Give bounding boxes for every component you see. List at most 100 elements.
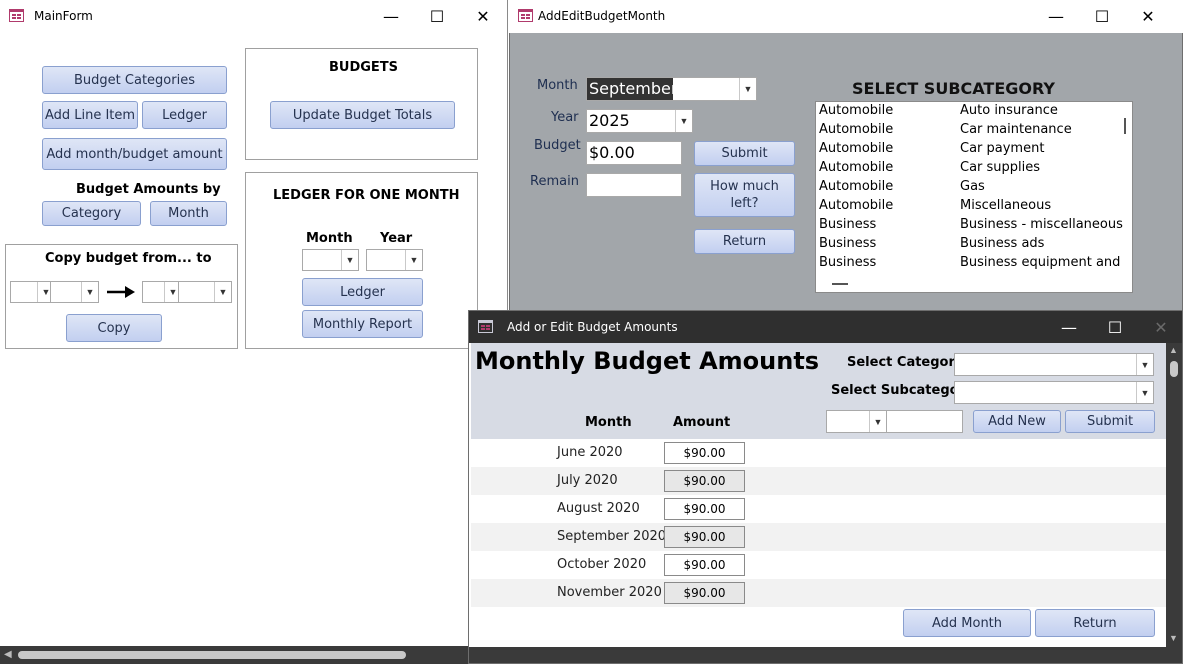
amount-column-header: Amount [673, 415, 731, 430]
amount-cell[interactable]: $90.00 [664, 442, 745, 464]
category-button[interactable]: Category [42, 201, 141, 226]
close-button: ✕ [1154, 317, 1168, 337]
vertical-scrollbar[interactable]: ▲ ▼ [1166, 343, 1182, 663]
chevron-down-icon: ▼ [81, 282, 98, 302]
copy-from-year-combo[interactable]: ▼ [50, 281, 99, 303]
ledger-button[interactable]: Ledger [142, 101, 227, 129]
monthly-report-button[interactable]: Monthly Report [302, 310, 423, 338]
minimize-button[interactable]: — [368, 0, 414, 32]
year-label: Year [551, 110, 579, 125]
budget-field[interactable]: $0.00 [586, 141, 682, 165]
table-row[interactable]: September 2020 $90.00 [471, 523, 1168, 551]
amount-cell[interactable]: $90.00 [664, 582, 745, 604]
category-combo[interactable]: ▼ [954, 353, 1154, 376]
month-column-header: Month [585, 415, 632, 430]
table-row[interactable]: October 2020 $90.00 [471, 551, 1168, 579]
scroll-left-icon[interactable]: ◀ [4, 649, 12, 660]
amount-cell[interactable]: $90.00 [664, 470, 745, 492]
update-budget-totals-button[interactable]: Update Budget Totals [270, 101, 455, 129]
horizontal-scrollbar[interactable]: ◀ [0, 646, 507, 664]
list-item[interactable]: Automobile Gas [816, 179, 1130, 198]
list-item[interactable]: Automobile Car payment [816, 141, 1130, 160]
add-edit-budget-month-window: AddEditBudgetMonth — ☐ ✕ Month Year Budg… [509, 0, 1183, 310]
month-combo[interactable]: September ▼ [586, 77, 757, 101]
scrollbar-thumb[interactable] [1170, 361, 1178, 377]
ledger-open-button[interactable]: Ledger [302, 278, 423, 306]
table-row[interactable]: July 2020 $90.00 [471, 467, 1168, 495]
return-button[interactable]: Return [694, 229, 795, 254]
window-title: AddEditBudgetMonth [538, 9, 666, 23]
vertical-scrollbar-thumb[interactable] [1124, 118, 1126, 134]
budget-categories-button[interactable]: Budget Categories [42, 66, 227, 94]
amount-cell[interactable]: $90.00 [664, 526, 745, 548]
ledger-panel: LEDGER FOR ONE MONTH Month Year ▼ ▼ Ledg… [245, 172, 478, 349]
budget-amounts-titlebar[interactable]: Add or Edit Budget Amounts — ☐ ✕ [469, 311, 1182, 343]
table-row[interactable]: August 2020 $90.00 [471, 495, 1168, 523]
chevron-down-icon: ▼ [341, 250, 358, 270]
amount-cell[interactable]: $90.00 [664, 554, 745, 576]
month-cell: October 2020 [557, 557, 647, 572]
add-new-button[interactable]: Add New [973, 410, 1061, 433]
list-item[interactable]: Automobile Car maintenance [816, 122, 1130, 141]
amount-cell[interactable]: $90.00 [664, 498, 745, 520]
month-value[interactable]: September [587, 78, 677, 100]
return-button[interactable]: Return [1035, 609, 1155, 637]
how-much-left-button[interactable]: How much left? [694, 173, 795, 217]
copy-to-month-combo[interactable]: ▼ [142, 281, 182, 303]
new-amount-field[interactable] [886, 410, 963, 433]
horizontal-scrollbar-thumb[interactable] [832, 283, 848, 285]
submit-button[interactable]: Submit [694, 141, 795, 166]
remain-label: Remain [530, 174, 579, 189]
main-form-titlebar[interactable]: MainForm — ☐ ✕ [0, 0, 507, 32]
select-category-label: Select Category [847, 355, 964, 370]
list-item[interactable]: Business Business ads [816, 236, 1130, 255]
arrow-right-icon [107, 286, 135, 298]
list-item[interactable]: Automobile Auto insurance [816, 103, 1130, 122]
year-value[interactable]: 2025 [589, 110, 630, 132]
month-button[interactable]: Month [150, 201, 227, 226]
budgets-panel: BUDGETS Update Budget Totals [245, 48, 478, 160]
chevron-down-icon: ▼ [675, 110, 692, 132]
window-title: Add or Edit Budget Amounts [507, 320, 678, 334]
page-title: Monthly Budget Amounts [475, 347, 820, 375]
chevron-down-icon: ▼ [1136, 382, 1153, 403]
month-cell: September 2020 [557, 529, 667, 544]
copy-to-year-combo[interactable]: ▼ [178, 281, 232, 303]
minimize-button[interactable]: — [1046, 311, 1092, 343]
chevron-down-icon: ▼ [739, 78, 756, 100]
table-row[interactable]: November 2020 $90.00 [471, 579, 1168, 607]
maximize-button[interactable]: ☐ [1079, 0, 1125, 32]
scroll-down-icon[interactable]: ▼ [1169, 633, 1178, 643]
subcategory-list[interactable]: Automobile Auto insurance Automobile Car m… [815, 101, 1133, 293]
year-combo[interactable]: 2025 ▼ [586, 109, 693, 133]
ledger-month-combo[interactable]: ▼ [302, 249, 359, 271]
remain-field[interactable] [586, 173, 682, 197]
add-edit-titlebar[interactable]: AddEditBudgetMonth — ☐ ✕ [509, 0, 1183, 32]
table-row[interactable]: June 2020 $90.00 [471, 439, 1168, 467]
month-picker-combo[interactable]: ▼ [826, 410, 887, 433]
add-month-budget-button[interactable]: Add month/budget amount [42, 138, 227, 170]
ledger-year-label: Year [380, 231, 413, 246]
chevron-down-icon: ▼ [214, 282, 231, 302]
add-month-button[interactable]: Add Month [903, 609, 1031, 637]
scrollbar-thumb[interactable] [18, 651, 406, 659]
maximize-button[interactable]: ☐ [414, 0, 460, 32]
list-item[interactable]: Automobile Car supplies [816, 160, 1130, 179]
minimize-button[interactable]: — [1033, 0, 1079, 32]
form-icon [518, 9, 533, 22]
copy-button[interactable]: Copy [66, 314, 162, 342]
copy-from-month-combo[interactable]: ▼ [10, 281, 55, 303]
close-button[interactable]: ✕ [460, 0, 506, 32]
list-item[interactable]: Business Business - miscellaneous [816, 217, 1130, 236]
scroll-up-icon[interactable]: ▲ [1169, 345, 1178, 355]
list-item[interactable]: Business Business equipment and [816, 255, 1130, 274]
add-line-item-button[interactable]: Add Line Item [42, 101, 138, 129]
ledger-year-combo[interactable]: ▼ [366, 249, 423, 271]
subcategory-combo[interactable]: ▼ [954, 381, 1154, 404]
close-button[interactable]: ✕ [1125, 0, 1171, 32]
submit-button[interactable]: Submit [1065, 410, 1155, 433]
list-item[interactable]: Automobile Miscellaneous [816, 198, 1130, 217]
budget-amounts-window: Add or Edit Budget Amounts — ☐ ✕ Monthly… [468, 310, 1183, 664]
month-cell: June 2020 [557, 445, 623, 460]
maximize-button[interactable]: ☐ [1092, 311, 1138, 343]
